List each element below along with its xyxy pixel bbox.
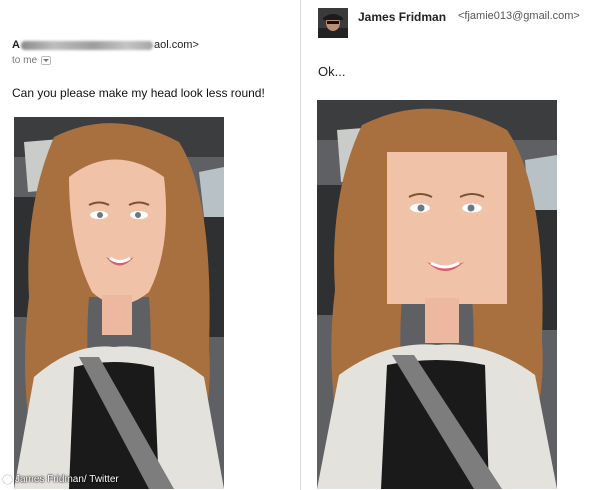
column-divider bbox=[300, 0, 301, 490]
original-photo bbox=[14, 117, 224, 489]
sender-name[interactable]: James Fridman bbox=[358, 10, 446, 24]
recipient-label: to me bbox=[12, 55, 38, 66]
sender-domain: aol.com> bbox=[153, 39, 199, 51]
edited-photo bbox=[317, 100, 557, 489]
recipient-row: to me bbox=[12, 55, 52, 66]
avatar[interactable] bbox=[318, 8, 348, 38]
sender-address[interactable]: A aol.com> bbox=[12, 38, 199, 52]
copyright-icon bbox=[3, 475, 12, 484]
sender-email: <fjamie013@gmail.com> bbox=[458, 10, 580, 22]
photo-credit: James Fridman/ Twitter bbox=[3, 474, 119, 485]
photo-credit-text: James Fridman/ Twitter bbox=[15, 474, 119, 485]
reply-message: Ok... bbox=[318, 64, 346, 79]
chevron-down-icon[interactable] bbox=[41, 56, 52, 65]
sender-initial: A bbox=[12, 39, 20, 51]
redacted-sender-name bbox=[20, 40, 153, 50]
request-message: Can you please make my head look less ro… bbox=[12, 86, 265, 100]
